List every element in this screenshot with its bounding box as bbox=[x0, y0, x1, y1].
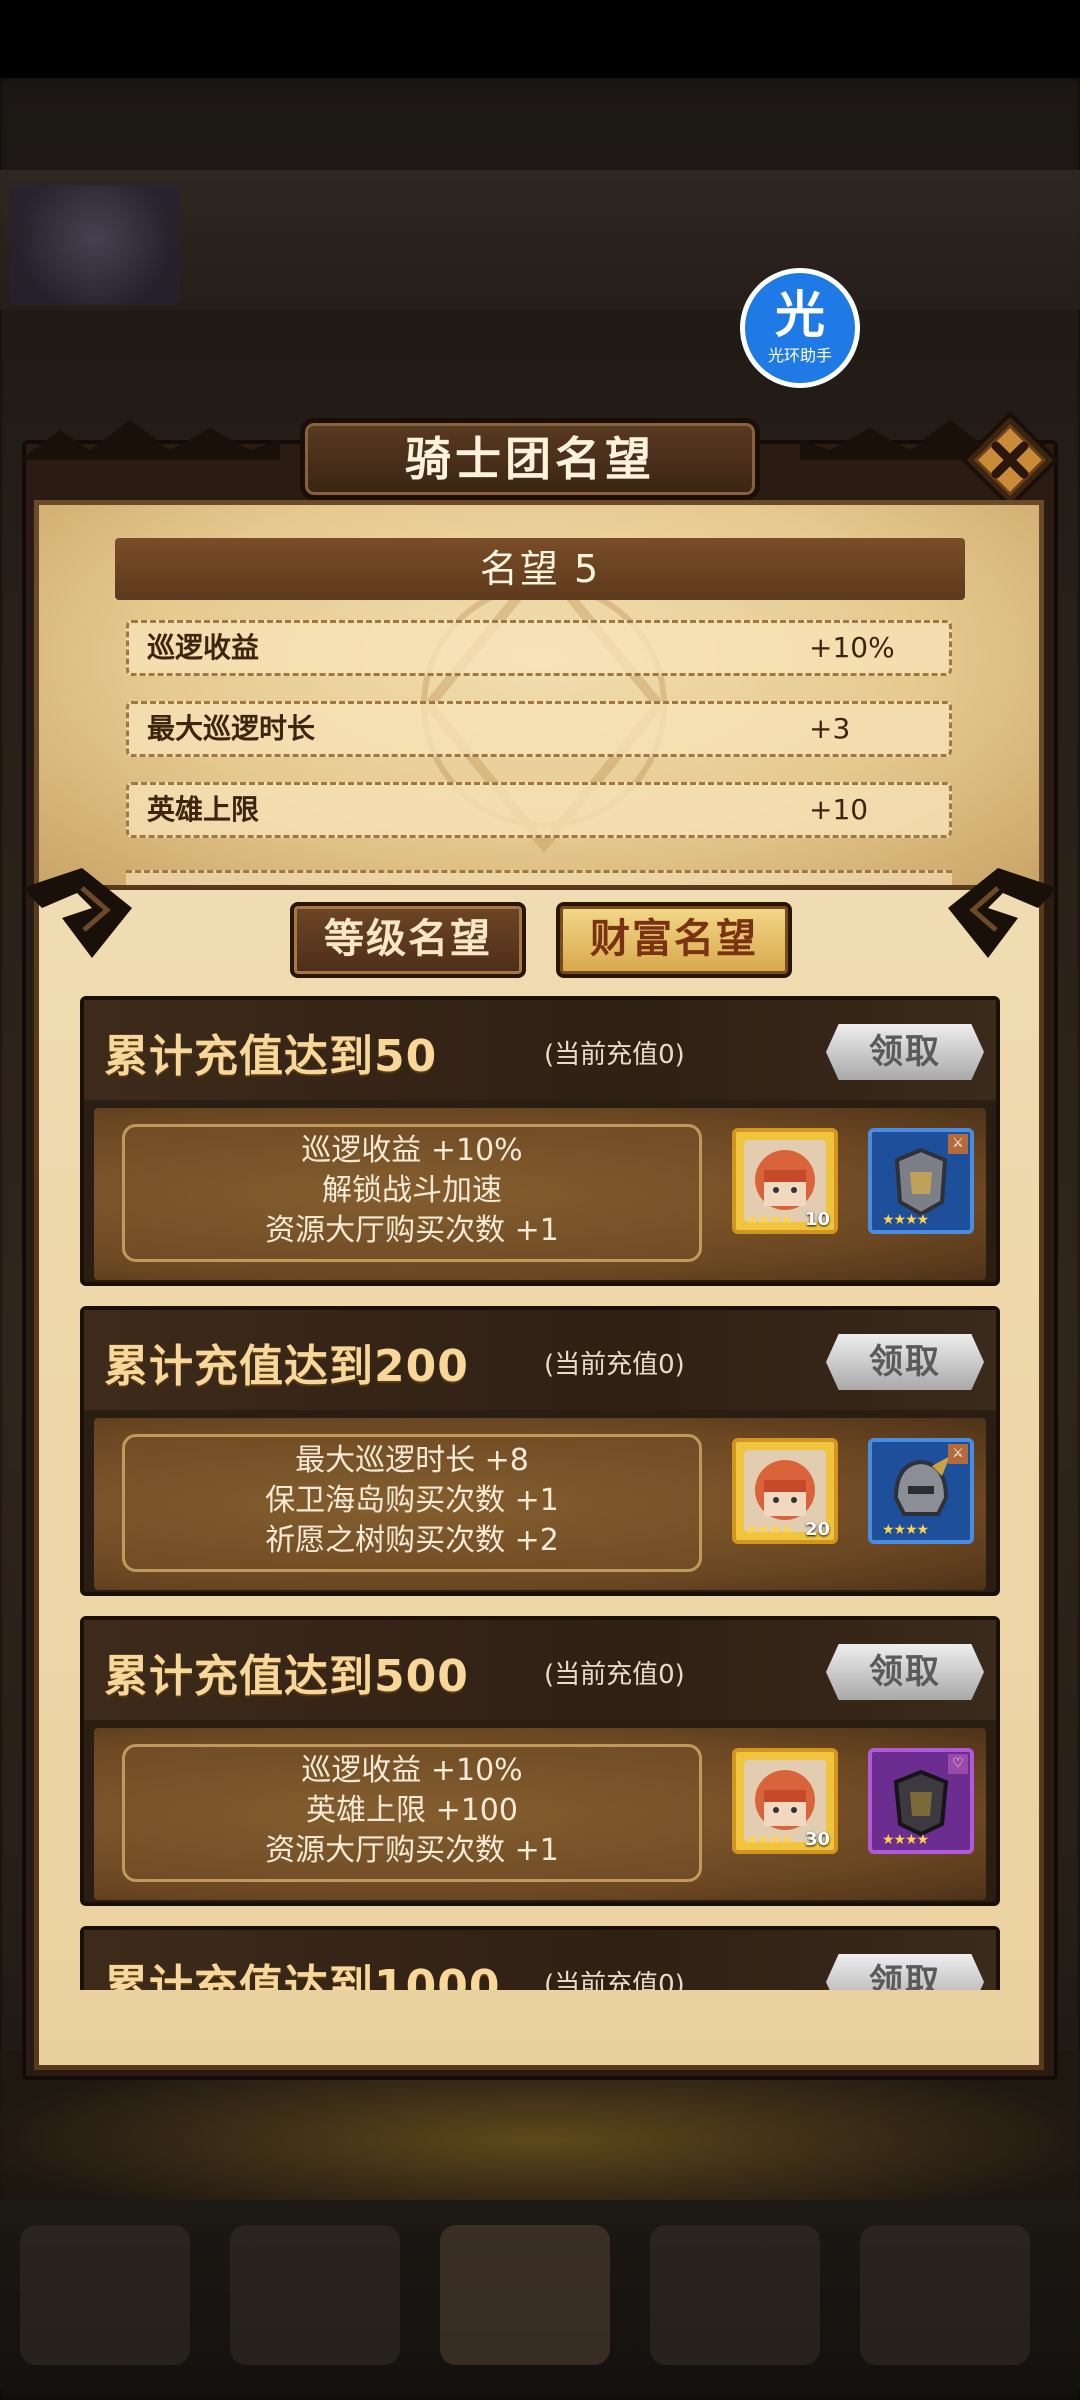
perk-line: 巡逻收益 +10% bbox=[301, 1133, 523, 1168]
milestone-card: 累计充值达到1000 (当前充值0) 领取 bbox=[80, 1926, 1000, 1990]
claim-button[interactable]: 领取 bbox=[826, 1644, 984, 1700]
reward-hero-shard[interactable]: ★★★★ 20 bbox=[732, 1438, 838, 1544]
milestone-header: 累计充值达到200 (当前充值0) 领取 bbox=[84, 1310, 996, 1410]
perk-line: 巡逻收益 +10% bbox=[301, 1753, 523, 1788]
milestone-header: 累计充值达到500 (当前充值0) 领取 bbox=[84, 1620, 996, 1720]
reputation-row-value: +3 bbox=[809, 712, 851, 745]
perk-line: 英雄上限 +100 bbox=[306, 1793, 518, 1828]
equipment-tag-icon: ⚔ bbox=[948, 1444, 968, 1464]
scroll-ornament-left-icon bbox=[22, 868, 132, 958]
reputation-row: 巡逻收益 +10% bbox=[126, 620, 952, 676]
milestone-card: 累计充值达到200 (当前充值0) 领取 最大巡逻时长 +8 保卫海岛购买次数 … bbox=[80, 1306, 1000, 1596]
claim-button-label: 领取 bbox=[869, 1652, 941, 1692]
perk-line: 资源大厅购买次数 +1 bbox=[265, 1213, 559, 1248]
dialog-title-plate: 骑士团名望 bbox=[300, 418, 760, 500]
reputation-row-label: 英雄上限 bbox=[147, 793, 260, 826]
reward-stars: ★★★★ bbox=[882, 1832, 929, 1848]
claim-button-label: 领取 bbox=[869, 1962, 941, 1990]
dialog-title: 骑士团名望 bbox=[405, 432, 655, 486]
frame-spikes-left bbox=[20, 420, 280, 460]
tab-wealth-reputation[interactable]: 财富名望 bbox=[556, 902, 792, 978]
claim-button[interactable]: 领取 bbox=[826, 1334, 984, 1390]
claim-button[interactable]: 领取 bbox=[826, 1954, 984, 1990]
perk-line: 解锁战斗加速 bbox=[322, 1173, 502, 1208]
tab-label: 等级名望 bbox=[324, 916, 492, 962]
reward-count: 10 bbox=[804, 1209, 830, 1230]
perk-line: 祈愿之树购买次数 +2 bbox=[265, 1523, 559, 1558]
reputation-row-value: +10 bbox=[809, 793, 869, 826]
milestone-card: 累计充值达到50 (当前充值0) 领取 巡逻收益 +10% 解锁战斗加速 资源大… bbox=[80, 996, 1000, 1286]
reputation-row-label: 巡逻收益 bbox=[147, 631, 260, 664]
milestone-header: 累计充值达到1000 (当前充值0) 领取 bbox=[84, 1930, 996, 1990]
helper-label: 光环助手 bbox=[767, 346, 832, 365]
milestone-title: 累计充值达到200 bbox=[104, 1341, 469, 1392]
reward-stars: ★★★★ bbox=[882, 1522, 929, 1538]
reward-stars: ★★★★ bbox=[746, 1212, 793, 1228]
tab-label: 财富名望 bbox=[590, 916, 758, 962]
reputation-row-label: 最大巡逻时长 bbox=[147, 712, 316, 745]
milestone-title: 累计充值达到500 bbox=[104, 1651, 469, 1702]
reputation-row: 最大巡逻时长 +3 bbox=[126, 701, 952, 757]
milestone-body: 巡逻收益 +10% 英雄上限 +100 资源大厅购买次数 +1 ★★★★ 30 … bbox=[94, 1728, 986, 1900]
reputation-level: 名望 5 bbox=[479, 547, 601, 591]
milestone-current-recharge: (当前充值0) bbox=[544, 1660, 685, 1690]
milestone-card: 累计充值达到500 (当前充值0) 领取 巡逻收益 +10% 英雄上限 +100… bbox=[80, 1616, 1000, 1906]
reputation-level-header: 名望 5 bbox=[115, 538, 965, 600]
reward-equipment[interactable]: ⚔ ★★★★ bbox=[868, 1438, 974, 1544]
claim-button-label: 领取 bbox=[869, 1342, 941, 1382]
equipment-tag-icon: ♡ bbox=[948, 1754, 968, 1774]
reputation-row-value: +10% bbox=[809, 631, 895, 664]
reward-hero-shard[interactable]: ★★★★ 10 bbox=[732, 1128, 838, 1234]
milestone-current-recharge: (当前充值0) bbox=[544, 1970, 685, 1990]
reward-stars: ★★★★ bbox=[746, 1832, 793, 1848]
reward-stars: ★★★★ bbox=[746, 1522, 793, 1538]
milestone-header: 累计充值达到50 (当前充值0) 领取 bbox=[84, 1000, 996, 1100]
claim-button[interactable]: 领取 bbox=[826, 1024, 984, 1080]
milestone-current-recharge: (当前充值0) bbox=[544, 1350, 685, 1380]
milestone-body: 最大巡逻时长 +8 保卫海岛购买次数 +1 祈愿之树购买次数 +2 ★★★★ 2… bbox=[94, 1418, 986, 1590]
milestone-current-recharge: (当前充值0) bbox=[544, 1040, 685, 1070]
reward-count: 20 bbox=[804, 1519, 830, 1540]
perk-line: 保卫海岛购买次数 +1 bbox=[265, 1483, 559, 1518]
reward-hero-shard[interactable]: ★★★★ 30 bbox=[732, 1748, 838, 1854]
milestone-list[interactable]: 累计充值达到50 (当前充值0) 领取 巡逻收益 +10% 解锁战斗加速 资源大… bbox=[72, 990, 1012, 1990]
perk-list: 最大巡逻时长 +8 保卫海岛购买次数 +1 祈愿之树购买次数 +2 bbox=[122, 1434, 702, 1572]
scroll-ornament-right-icon bbox=[948, 868, 1058, 958]
reputation-row: 英雄上限 +10 bbox=[126, 782, 952, 838]
equipment-tag-icon: ⚔ bbox=[948, 1134, 968, 1154]
perk-line: 资源大厅购买次数 +1 bbox=[265, 1833, 559, 1868]
milestone-title: 累计充值达到1000 bbox=[104, 1961, 501, 1990]
reward-equipment[interactable]: ⚔ ★★★★ bbox=[868, 1128, 974, 1234]
tab-level-reputation[interactable]: 等级名望 bbox=[290, 902, 526, 978]
close-icon[interactable] bbox=[960, 410, 1060, 510]
perk-line: 最大巡逻时长 +8 bbox=[295, 1443, 529, 1478]
milestone-body: 巡逻收益 +10% 解锁战斗加速 资源大厅购买次数 +1 ★★★★ 10 ⚔ ★… bbox=[94, 1108, 986, 1280]
helper-badge[interactable]: 光 光环助手 bbox=[740, 268, 860, 388]
reward-stars: ★★★★ bbox=[882, 1212, 929, 1228]
helper-glyph: 光 bbox=[775, 286, 825, 344]
milestone-title: 累计充值达到50 bbox=[104, 1031, 438, 1082]
perk-list: 巡逻收益 +10% 英雄上限 +100 资源大厅购买次数 +1 bbox=[122, 1744, 702, 1882]
perk-list: 巡逻收益 +10% 解锁战斗加速 资源大厅购买次数 +1 bbox=[122, 1124, 702, 1262]
reward-count: 30 bbox=[804, 1829, 830, 1850]
claim-button-label: 领取 bbox=[869, 1032, 941, 1072]
reward-equipment[interactable]: ♡ ★★★★ bbox=[868, 1748, 974, 1854]
status-bar bbox=[0, 0, 1080, 78]
